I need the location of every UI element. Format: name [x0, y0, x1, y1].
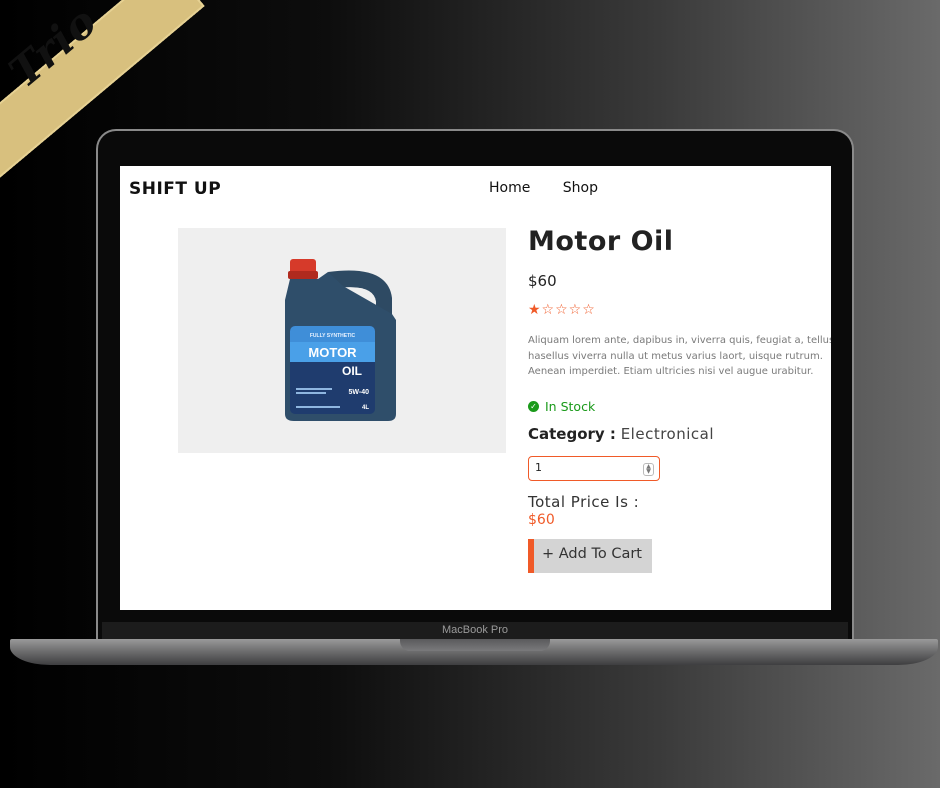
laptop-notch: [400, 639, 550, 651]
product-image: FULLY SYNTHETIC MOTOR OIL 5W-40 4L: [178, 228, 506, 453]
bottle-name-line2: OIL: [342, 364, 362, 378]
rating-stars: ★☆☆☆☆: [528, 302, 596, 318]
quantity-stepper-icon[interactable]: ▲ ▼: [643, 463, 654, 476]
product-description: Aliquam lorem ante, dapibus in, viverra …: [528, 333, 831, 380]
plus-icon: +: [542, 546, 555, 562]
stock-text: In Stock: [545, 399, 596, 414]
site-logo[interactable]: SHIFT UP: [129, 179, 221, 199]
main-nav: Home Shop: [489, 180, 626, 196]
quantity-value: 1: [535, 461, 542, 474]
web-page: SHIFT UP Home Shop FULLY SYNTHETIC MOTOR…: [120, 166, 831, 610]
category-label: Category :: [528, 425, 616, 443]
quantity-input[interactable]: 1 ▲ ▼: [528, 456, 660, 481]
nav-shop[interactable]: Shop: [563, 180, 598, 196]
bottle-volume: 4L: [362, 405, 369, 411]
description-line: Aenean imperdiet. Etiam ultricies nisi v…: [528, 366, 814, 377]
add-to-cart-button[interactable]: + Add To Cart: [528, 539, 652, 573]
bottle-name-line1: MOTOR: [308, 345, 357, 360]
product-title: Motor Oil: [528, 226, 674, 257]
total-price-label: Total Price Is :: [528, 493, 640, 511]
oil-bottle-image: FULLY SYNTHETIC MOTOR OIL 5W-40 4L: [285, 259, 396, 421]
bottle-top-text: FULLY SYNTHETIC: [310, 333, 356, 339]
category-value[interactable]: Electronical: [621, 425, 714, 443]
category-row: Category : Electronical: [528, 425, 714, 443]
nav-home[interactable]: Home: [489, 180, 530, 196]
description-line: Aliquam lorem ante, dapibus in, viverra …: [528, 335, 831, 346]
product-price: $60: [528, 272, 557, 290]
check-circle-icon: ✓: [528, 401, 539, 412]
add-to-cart-label: Add To Cart: [558, 546, 642, 562]
description-line: hasellus viverra nulla ut metus varius l…: [528, 350, 823, 362]
model-label: MacBook Pro: [441, 624, 509, 636]
stock-status: ✓ In Stock: [528, 399, 595, 414]
bottle-grade: 5W-40: [349, 389, 370, 396]
total-price-value: $60: [528, 512, 555, 528]
